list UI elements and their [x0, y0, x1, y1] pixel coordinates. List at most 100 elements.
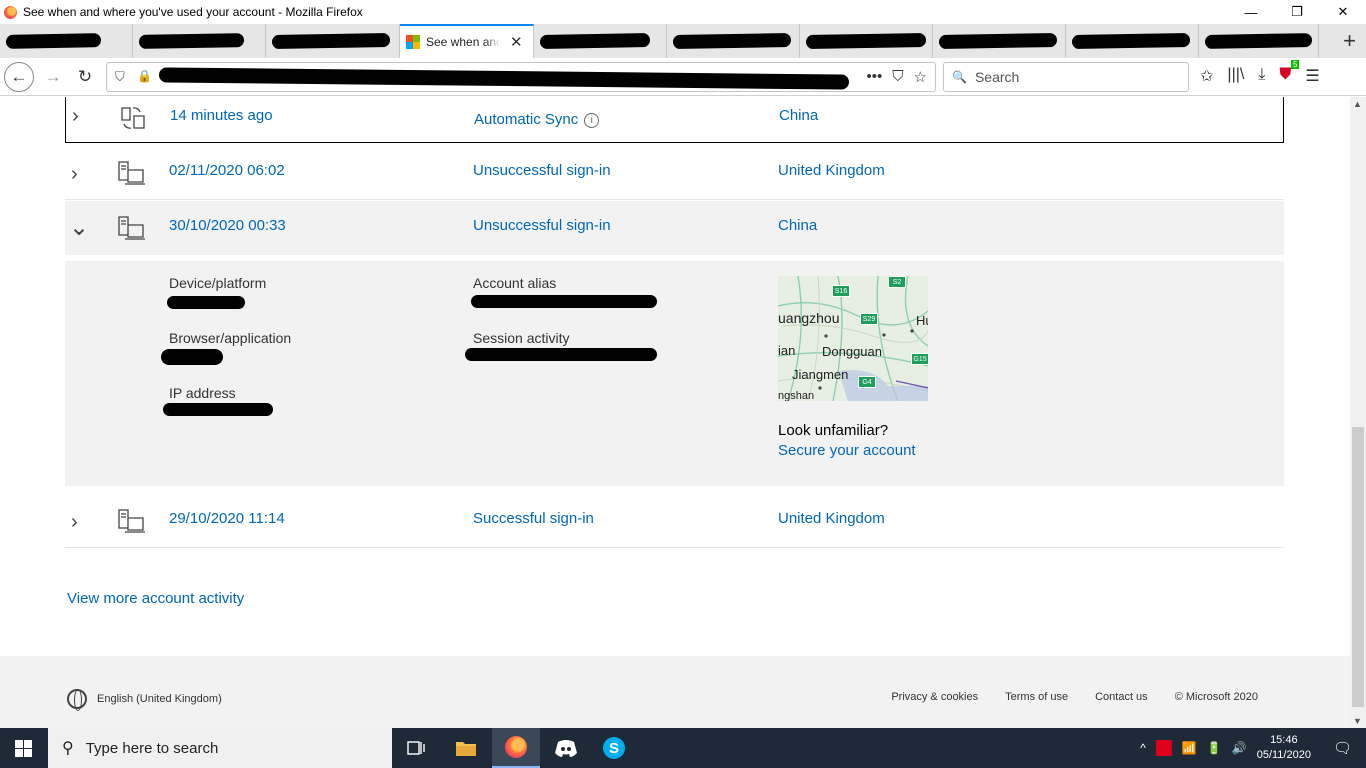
computer-icon: [118, 216, 145, 240]
map-label: Dongguan: [822, 344, 882, 359]
map-label: Hu: [916, 313, 928, 328]
page-scrollbar[interactable]: ▲ ▼: [1350, 97, 1366, 728]
expand-chevron-icon[interactable]: ›: [71, 511, 78, 534]
page-actions-icon[interactable]: •••: [867, 68, 883, 86]
route-shield: S16: [832, 285, 850, 297]
firefox-taskbar-icon[interactable]: [492, 728, 540, 768]
privacy-cookies-link[interactable]: Privacy & cookies: [891, 691, 978, 703]
ublock-shield-icon[interactable]: ⛊ 5: [1279, 60, 1300, 86]
tab-redacted[interactable]: [1199, 24, 1319, 58]
tracking-shield-icon[interactable]: ⛉: [115, 69, 125, 85]
activity-date[interactable]: 30/10/2020 00:33: [169, 217, 286, 234]
downloads-icon[interactable]: ⤓: [1258, 66, 1265, 86]
activity-type[interactable]: Unsuccessful sign-in: [473, 217, 611, 234]
maximize-button[interactable]: ❐: [1274, 0, 1320, 24]
scroll-down-icon[interactable]: ▼: [1353, 716, 1362, 726]
secure-account-link[interactable]: Secure your account: [778, 442, 916, 459]
hamburger-menu-icon[interactable]: ☰: [1305, 66, 1319, 86]
activity-row[interactable]: › 02/11/2020 06:02 Unsuccessful sign-in …: [65, 146, 1284, 200]
account-alias-label: Account alias: [473, 275, 557, 291]
language-selector[interactable]: English (United Kingdom): [67, 689, 222, 711]
language-label: English (United Kingdom): [97, 693, 222, 705]
skype-icon[interactable]: S: [590, 728, 638, 768]
tab-redacted[interactable]: [667, 24, 800, 58]
pocket-icon[interactable]: ⛉: [892, 68, 903, 86]
activity-location[interactable]: United Kingdom: [778, 162, 885, 179]
network-icon[interactable]: 📶: [1182, 741, 1197, 755]
location-map[interactable]: uangzhou Dongguan Jiangmen ian Hu ngshan…: [778, 276, 928, 401]
expand-chevron-icon[interactable]: ›: [72, 105, 79, 128]
notifications-icon[interactable]: 🗨: [1333, 739, 1352, 757]
activity-row[interactable]: › 14 minutes ago Automatic Sync i China: [65, 97, 1284, 143]
page-content: › 14 minutes ago Automatic Sync i China ›…: [0, 97, 1350, 728]
taskbar-search-input[interactable]: ⚲ Type here to search: [48, 728, 392, 768]
device-platform-redacted: [167, 296, 245, 309]
info-icon[interactable]: i: [584, 113, 600, 128]
contact-us-link[interactable]: Contact us: [1095, 691, 1148, 703]
tab-redacted[interactable]: [0, 24, 133, 58]
activity-date[interactable]: 14 minutes ago: [170, 107, 273, 124]
tab-redacted[interactable]: [933, 24, 1066, 58]
ip-address-label: IP address: [169, 385, 236, 401]
tab-account-activity[interactable]: See when and where you've used your acco…: [400, 24, 534, 58]
search-input[interactable]: 🔍 Search: [943, 62, 1189, 92]
firefox-icon: [4, 5, 17, 19]
terms-of-use-link[interactable]: Terms of use: [1005, 691, 1068, 703]
browser-application-label: Browser/application: [169, 330, 292, 346]
activity-date[interactable]: 02/11/2020 06:02: [169, 162, 285, 179]
forward-button[interactable]: →: [38, 62, 68, 92]
activity-date[interactable]: 29/10/2020 11:14: [169, 510, 285, 527]
tab-redacted[interactable]: [1066, 24, 1199, 58]
tab-redacted[interactable]: [266, 24, 400, 58]
discord-icon[interactable]: [542, 728, 590, 768]
taskbar-clock[interactable]: 15:46 05/11/2020: [1257, 733, 1311, 763]
file-explorer-icon[interactable]: [442, 728, 490, 768]
url-redacted: [158, 67, 850, 90]
volume-icon[interactable]: 🔊: [1232, 741, 1247, 755]
bookmark-star-icon[interactable]: ☆: [914, 68, 927, 86]
clock-date: 05/11/2020: [1256, 749, 1311, 761]
back-button[interactable]: ←: [4, 62, 34, 92]
globe-icon: [67, 689, 87, 711]
activity-type[interactable]: Successful sign-in: [473, 510, 594, 527]
tab-redacted[interactable]: [534, 24, 667, 58]
tray-chevron-icon[interactable]: ^: [1140, 741, 1146, 755]
windows-start-icon[interactable]: [15, 740, 32, 757]
antivirus-icon[interactable]: [1155, 740, 1172, 756]
task-view-icon[interactable]: [392, 728, 440, 768]
route-shield: S2: [888, 276, 906, 288]
minimize-button[interactable]: —: [1228, 0, 1274, 24]
activity-location[interactable]: United Kingdom: [778, 510, 885, 527]
sync-devices-icon: [121, 107, 145, 129]
scrollbar-thumb[interactable]: [1352, 427, 1364, 707]
browser-application-redacted: [161, 349, 223, 365]
windows-taskbar: ⚲ Type here to search S ^ 📶 🔋 🔊 15:46 05…: [0, 728, 1366, 768]
computer-icon: [118, 161, 145, 185]
reload-button[interactable]: ↻: [70, 62, 100, 92]
activity-row[interactable]: › 29/10/2020 11:14 Successful sign-in Un…: [65, 494, 1284, 548]
new-tab-button[interactable]: +: [1343, 24, 1356, 58]
collapse-chevron-icon[interactable]: ⌄: [69, 213, 89, 242]
tab-redacted[interactable]: [133, 24, 266, 58]
map-label: ian: [778, 343, 796, 358]
route-shield: S29: [860, 313, 878, 325]
tab-redacted[interactable]: [800, 24, 933, 58]
view-more-activity-link[interactable]: View more account activity: [67, 590, 244, 607]
expand-chevron-icon[interactable]: ›: [71, 163, 78, 186]
activity-row-expanded[interactable]: ⌄ 30/10/2020 00:33 Unsuccessful sign-in …: [65, 201, 1284, 255]
activity-location[interactable]: China: [778, 217, 817, 234]
map-label: Jiangmen: [792, 367, 849, 382]
activity-type[interactable]: Unsuccessful sign-in: [473, 162, 611, 179]
activity-type[interactable]: Automatic Sync i: [474, 111, 600, 128]
battery-icon[interactable]: 🔋: [1207, 741, 1222, 755]
address-bar[interactable]: ⛉ 🔒 ••• ⛉ ☆: [106, 62, 936, 92]
route-shield: G15: [911, 353, 928, 365]
close-tab-icon[interactable]: ✕: [510, 33, 523, 51]
library-icon[interactable]: |||\: [1227, 66, 1244, 86]
activity-location[interactable]: China: [779, 107, 818, 124]
bookmarks-menu-icon[interactable]: ✩: [1200, 66, 1213, 86]
scroll-up-icon[interactable]: ▲: [1353, 99, 1362, 109]
microsoft-logo-icon: [406, 35, 420, 49]
close-window-button[interactable]: ✕: [1320, 0, 1366, 24]
lock-icon[interactable]: 🔒: [137, 69, 152, 83]
